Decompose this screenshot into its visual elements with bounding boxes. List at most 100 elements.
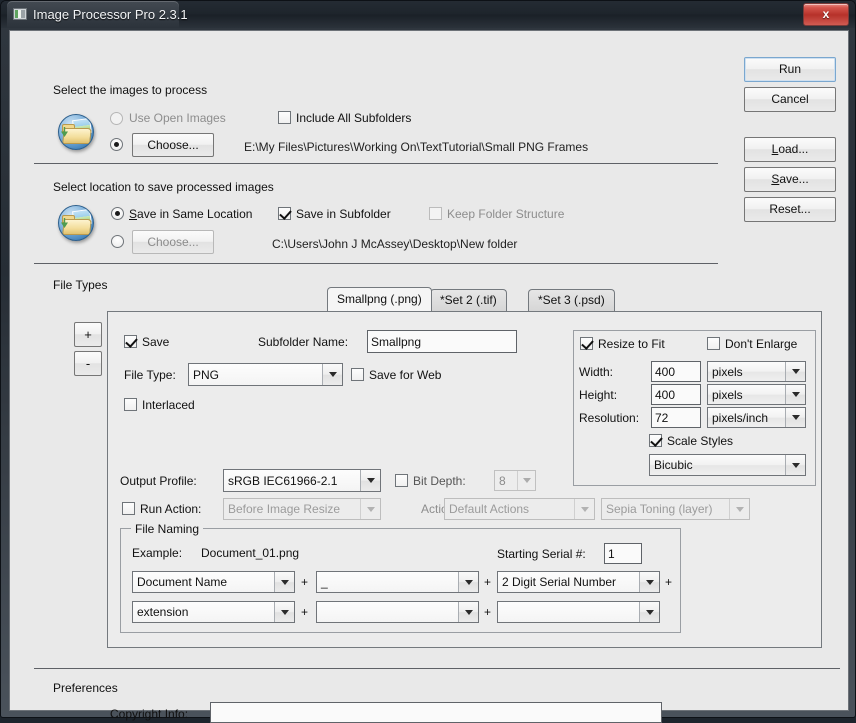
app-logo-icon xyxy=(13,8,27,20)
save-for-web-checkbox[interactable] xyxy=(351,368,364,381)
include-all-subfolders-label: Include All Subfolders xyxy=(296,111,412,125)
naming-field-1[interactable]: Document Name xyxy=(132,571,295,593)
scale-styles-label: Scale Styles xyxy=(667,434,734,448)
height-unit-combo[interactable]: pixels xyxy=(707,384,806,405)
choose-source-radio[interactable] xyxy=(110,138,123,151)
bit-depth-spinner[interactable]: 8 xyxy=(494,470,536,491)
cancel-button[interactable]: Cancel xyxy=(744,87,836,112)
save-in-subfolder-checkbox[interactable] xyxy=(278,207,291,220)
include-all-subfolders-checkbox[interactable] xyxy=(278,111,291,124)
naming-field-3[interactable]: 2 Digit Serial Number xyxy=(497,571,660,593)
chevron-down-icon xyxy=(639,602,659,622)
resolution-unit-combo[interactable]: pixels/inch xyxy=(707,407,806,428)
dialog-client-area: Select the images to process Use Open Im… xyxy=(9,30,849,723)
chevron-down-icon xyxy=(785,408,805,427)
file-types-heading: File Types xyxy=(53,278,108,292)
window-title: Image Processor Pro 2.3.1 xyxy=(33,7,188,22)
divider-3 xyxy=(34,668,840,669)
tab-smallpng[interactable]: Smallpng (.png) xyxy=(327,287,432,311)
action-value: Sepia Toning (layer) xyxy=(606,502,713,516)
copyright-info-input[interactable] xyxy=(210,702,662,723)
divider-2 xyxy=(34,263,718,264)
close-icon[interactable]: x xyxy=(803,3,849,26)
save-checkbox-label: Save xyxy=(142,335,170,349)
tab-set3[interactable]: *Set 3 (.psd) xyxy=(528,289,615,311)
remove-file-type-button[interactable]: - xyxy=(74,351,102,376)
choose-source-button[interactable]: Choose... xyxy=(132,133,214,157)
example-value: Document_01.png xyxy=(201,546,300,560)
naming-field-2[interactable]: _ xyxy=(316,571,479,593)
use-open-images-radio[interactable] xyxy=(110,112,123,125)
save-section-heading: Select location to save processed images xyxy=(53,180,274,194)
chevron-down-icon xyxy=(458,572,478,592)
chevron-down-icon xyxy=(360,470,380,491)
save-same-location-label: Save in Same Location xyxy=(129,207,253,221)
run-button[interactable]: Run xyxy=(744,57,836,82)
bit-depth-value: 8 xyxy=(499,473,506,488)
naming-field-5[interactable] xyxy=(316,601,479,623)
choose-dest-button[interactable]: Choose... xyxy=(132,230,214,254)
starting-serial-label: Starting Serial #: xyxy=(497,547,586,561)
reset-button[interactable]: Reset... xyxy=(744,197,836,222)
run-action-checkbox[interactable] xyxy=(122,502,135,515)
chevron-down-icon xyxy=(639,572,659,592)
width-label: Width: xyxy=(579,365,614,379)
dont-enlarge-label: Don't Enlarge xyxy=(725,337,798,351)
action-set-combo[interactable]: Default Actions xyxy=(444,498,595,520)
save-settings-button[interactable]: Save... xyxy=(744,167,836,192)
chevron-down-icon xyxy=(274,602,294,622)
open-folder-image-icon xyxy=(58,114,94,150)
title-bar: Image Processor Pro 2.3.1 x xyxy=(1,1,855,28)
run-action-label: Run Action: xyxy=(140,502,202,516)
choose-dest-radio[interactable] xyxy=(111,235,124,248)
naming-field-4[interactable]: extension xyxy=(132,601,295,623)
chevron-down-icon xyxy=(574,499,594,519)
save-folder-image-icon xyxy=(58,205,94,241)
chevron-down-icon xyxy=(729,499,749,519)
bit-depth-label: Bit Depth: xyxy=(413,474,466,488)
action-combo[interactable]: Sepia Toning (layer) xyxy=(601,498,750,520)
interlaced-label: Interlaced xyxy=(142,398,195,412)
chevron-down-icon xyxy=(785,362,805,381)
add-file-type-button[interactable]: + xyxy=(74,322,102,347)
file-type-label: File Type: xyxy=(124,368,176,382)
width-input[interactable] xyxy=(651,361,701,382)
save-in-subfolder-label: Save in Subfolder xyxy=(296,207,391,221)
bit-depth-checkbox[interactable] xyxy=(395,474,408,487)
example-label: Example: xyxy=(132,546,183,560)
application-window: Image Processor Pro 2.3.1 x Select the i… xyxy=(0,0,856,723)
starting-serial-input[interactable] xyxy=(604,543,642,564)
height-input[interactable] xyxy=(651,384,701,405)
output-profile-label: Output Profile: xyxy=(120,474,197,488)
naming-field-6[interactable] xyxy=(497,601,660,623)
resample-method-combo[interactable]: Bicubic xyxy=(649,454,806,476)
width-unit-combo[interactable]: pixels xyxy=(707,361,806,382)
action-set-value: Default Actions xyxy=(449,502,530,516)
output-profile-combo[interactable]: sRGB IEC61966-2.1 xyxy=(223,469,381,492)
naming-field-2-value: _ xyxy=(321,575,328,589)
file-type-combo[interactable]: PNG xyxy=(188,363,343,386)
save-checkbox[interactable] xyxy=(124,335,137,348)
naming-field-3-value: 2 Digit Serial Number xyxy=(502,575,617,589)
interlaced-checkbox[interactable] xyxy=(124,398,137,411)
naming-plus-2: + xyxy=(484,575,492,589)
height-unit-value: pixels xyxy=(712,387,743,402)
preferences-heading: Preferences xyxy=(53,681,118,695)
dont-enlarge-checkbox[interactable] xyxy=(707,337,720,350)
keep-folder-structure-checkbox[interactable] xyxy=(429,207,442,220)
run-action-timing-combo[interactable]: Before Image Resize xyxy=(223,498,381,520)
keep-folder-structure-label: Keep Folder Structure xyxy=(447,207,565,221)
resize-to-fit-checkbox[interactable] xyxy=(580,337,593,350)
resolution-input[interactable] xyxy=(651,407,701,428)
scale-styles-checkbox[interactable] xyxy=(649,434,662,447)
chevron-down-icon xyxy=(322,364,342,385)
resize-to-fit-label: Resize to Fit xyxy=(598,337,665,351)
subfolder-name-input[interactable] xyxy=(367,330,517,353)
source-path-text: E:\My Files\Pictures\Working On\TextTuto… xyxy=(244,140,589,154)
naming-field-1-value: Document Name xyxy=(137,575,228,589)
tab-set2[interactable]: *Set 2 (.tif) xyxy=(430,289,507,311)
save-same-location-radio[interactable] xyxy=(111,207,124,220)
load-button[interactable]: Load... xyxy=(744,137,836,162)
chevron-down-icon xyxy=(458,602,478,622)
height-label: Height: xyxy=(579,388,618,402)
